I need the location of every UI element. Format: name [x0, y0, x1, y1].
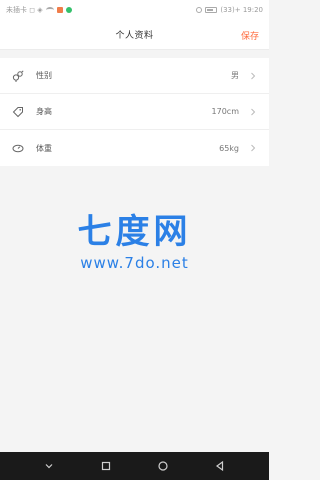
notification-app-icon-green: [65, 7, 72, 13]
gender-icon: [12, 69, 24, 82]
watermark: 七度网 www.7do.net: [0, 212, 269, 272]
watermark-url: www.7do.net: [80, 254, 189, 272]
height-value: 170cm: [211, 107, 239, 116]
chevron-right-icon: [249, 108, 257, 116]
alarm-icon: [196, 7, 203, 13]
watermark-logo-text: 七度网: [77, 212, 192, 252]
app-header: 个人资料 保存: [0, 20, 269, 50]
gender-label: 性别: [36, 71, 52, 80]
chevron-right-icon: [249, 144, 257, 152]
profile-row-height[interactable]: 身高 170cm: [0, 94, 269, 130]
status-time: (33)+ 19:20: [220, 6, 263, 14]
tag-icon: [12, 106, 24, 118]
profile-row-weight[interactable]: 体重 65kg: [0, 130, 269, 166]
notification-app-icon: [56, 7, 63, 13]
recents-icon[interactable]: [98, 458, 114, 474]
profile-list: 性别 男 身高 170cm 体重 65kg: [0, 58, 269, 166]
page-title: 个人资料: [115, 31, 154, 41]
system-nav-bar: [0, 452, 269, 480]
collapse-icon[interactable]: [41, 458, 57, 474]
back-icon[interactable]: [212, 458, 228, 474]
weight-icon: [12, 142, 24, 154]
home-icon[interactable]: [155, 458, 171, 474]
status-bar: 未插卡 ◻ ◈ (33)+ 19:20: [0, 0, 269, 20]
save-button[interactable]: 保存: [241, 29, 259, 42]
battery-icon: [205, 7, 218, 13]
height-label: 身高: [36, 107, 52, 116]
weight-label: 体重: [36, 143, 52, 153]
status-bar-left: 未插卡 ◻ ◈: [6, 5, 72, 15]
chevron-right-icon: [249, 72, 257, 80]
carrier-text: 未插卡 ◻ ◈: [6, 6, 43, 14]
status-bar-right: (33)+ 19:20: [196, 6, 263, 14]
wifi-icon: [45, 7, 54, 13]
weight-value: 65kg: [219, 143, 239, 153]
profile-row-gender[interactable]: 性别 男: [0, 58, 269, 94]
gender-value: 男: [231, 71, 239, 80]
